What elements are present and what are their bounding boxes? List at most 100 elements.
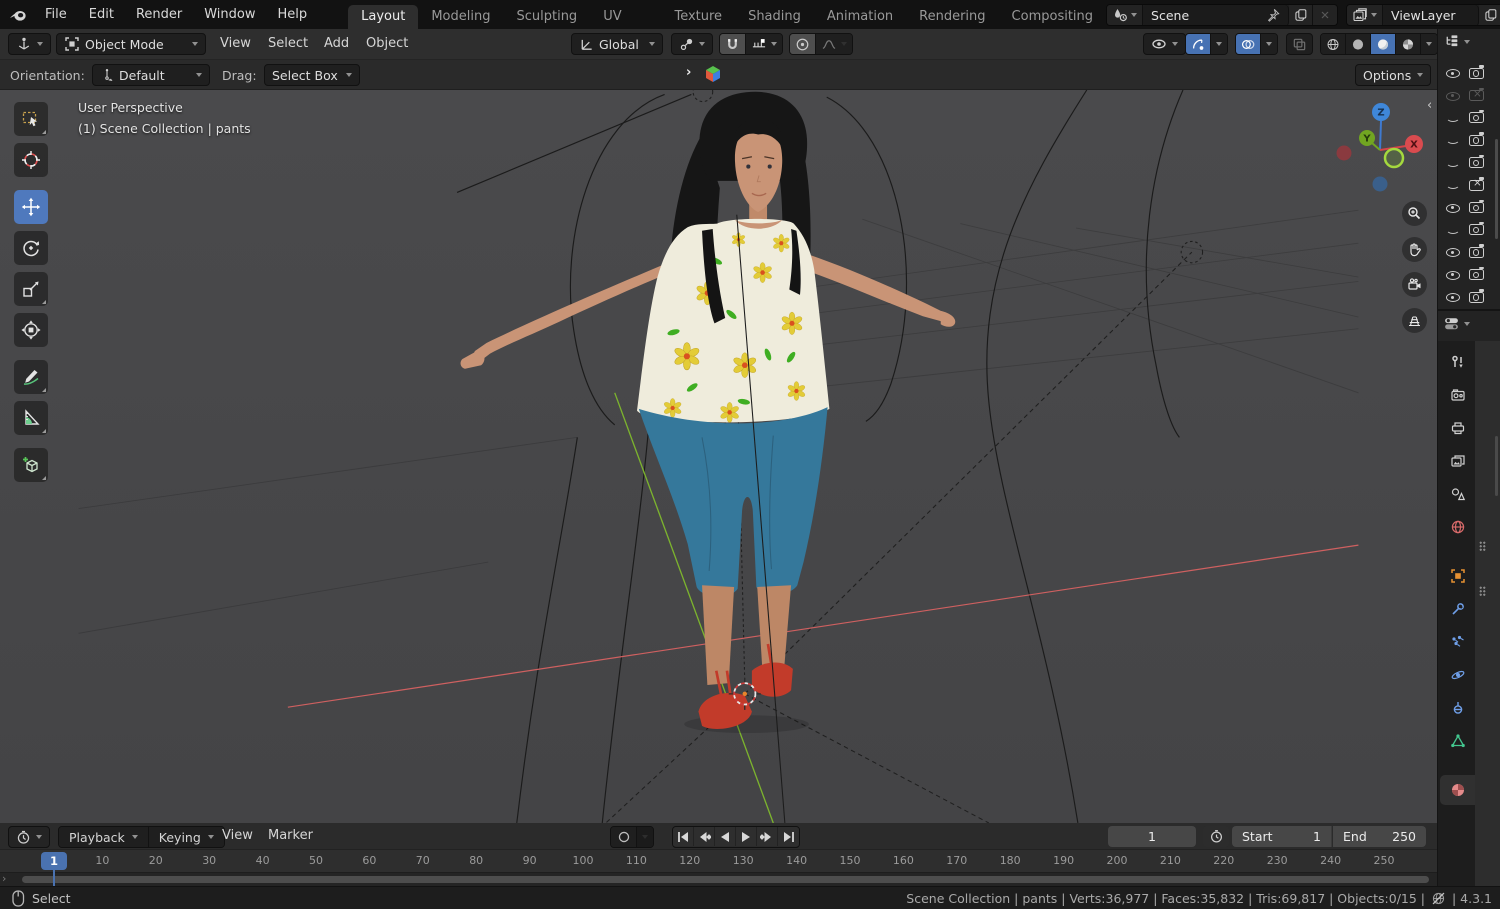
tool-transform[interactable] xyxy=(14,313,48,347)
properties-tab-output[interactable] xyxy=(1440,413,1475,443)
timeline-scrollbar[interactable]: › xyxy=(0,872,1437,886)
orientation-dropdown[interactable]: Default xyxy=(92,64,210,86)
camera-visibility-icon[interactable] xyxy=(1469,65,1484,79)
visibility-eye-icon[interactable] xyxy=(1446,178,1460,192)
menu-edit[interactable]: Edit xyxy=(78,0,125,29)
menu-file[interactable]: File xyxy=(34,0,78,29)
jump-to-end-button[interactable] xyxy=(778,827,799,846)
blender-logo-icon[interactable] xyxy=(8,6,28,24)
perspective-toggle-button[interactable] xyxy=(1402,308,1427,333)
play-reverse-button[interactable] xyxy=(715,827,736,846)
visibility-eye-icon[interactable] xyxy=(1446,89,1460,103)
tab-layout[interactable]: Layout xyxy=(348,5,419,29)
properties-tab-physics[interactable] xyxy=(1440,660,1475,690)
overlays-toggle-icon[interactable] xyxy=(1236,34,1261,54)
tool-scale[interactable] xyxy=(14,272,48,306)
tab-shading[interactable]: Shading xyxy=(735,5,814,29)
menu-object[interactable]: Object xyxy=(356,29,418,59)
tool-rotate[interactable] xyxy=(14,231,48,265)
pin-icon[interactable] xyxy=(1266,8,1280,22)
transform-orientation-dropdown[interactable]: Global xyxy=(571,33,663,55)
duplicate-scene-icon[interactable] xyxy=(1289,4,1314,25)
timeline-marker-menu[interactable]: Marker xyxy=(258,821,323,851)
properties-tab-world[interactable] xyxy=(1440,512,1475,542)
camera-visibility-icon[interactable] xyxy=(1469,266,1484,281)
properties-tab-tool[interactable] xyxy=(1440,347,1475,377)
scene-name-field[interactable]: Scene xyxy=(1143,4,1290,25)
camera-visibility-icon[interactable] xyxy=(1469,154,1484,169)
camera-visibility-icon[interactable] xyxy=(1469,199,1484,214)
outliner-header[interactable] xyxy=(1443,33,1470,50)
tab-animation[interactable]: Animation xyxy=(814,5,906,29)
camera-visibility-icon[interactable] xyxy=(1469,132,1484,146)
shading-material-preview-icon[interactable] xyxy=(1371,34,1396,54)
camera-visibility-icon[interactable] xyxy=(1469,177,1484,191)
frame-end-field[interactable]: End 250 xyxy=(1333,826,1426,847)
visibility-eye-icon[interactable] xyxy=(1446,133,1460,147)
menu-render[interactable]: Render xyxy=(125,0,193,29)
properties-tab-material[interactable] xyxy=(1440,775,1475,805)
visibility-eye-icon[interactable] xyxy=(1446,223,1460,237)
snap-magnet-icon[interactable] xyxy=(720,34,746,54)
shading-rendered-icon[interactable] xyxy=(1396,34,1421,54)
editor-type-button[interactable] xyxy=(8,33,51,55)
properties-tab-render[interactable] xyxy=(1440,380,1475,410)
options-dropdown[interactable]: Options xyxy=(1355,64,1431,86)
collection-color-cube-icon[interactable] xyxy=(702,63,724,85)
tool-annotate[interactable] xyxy=(14,360,48,394)
menu-help[interactable]: Help xyxy=(267,0,319,29)
current-frame-field[interactable]: 1 xyxy=(1108,826,1196,847)
view-layer-icon[interactable] xyxy=(1347,4,1384,25)
timeline-scrollbar-handle[interactable] xyxy=(22,876,1429,883)
properties-tab-modifiers[interactable] xyxy=(1440,594,1475,624)
camera-visibility-icon[interactable] xyxy=(1469,87,1484,102)
network-offline-icon[interactable] xyxy=(1431,891,1446,906)
visibility-eye-icon[interactable] xyxy=(1446,66,1460,80)
properties-header[interactable] xyxy=(1443,315,1470,332)
tab-compositing[interactable]: Compositing xyxy=(999,5,1107,29)
next-keyframe-button[interactable] xyxy=(757,827,778,846)
visibility-dropdown[interactable] xyxy=(1143,33,1186,55)
tab-modeling[interactable]: Modeling xyxy=(418,5,503,29)
timeline-view-menu[interactable]: View xyxy=(212,821,263,851)
tab-texture-paint[interactable]: Texture Paint xyxy=(661,5,735,48)
gizmos-dropdown[interactable] xyxy=(1211,34,1227,54)
camera-visibility-icon[interactable] xyxy=(1469,109,1484,124)
visibility-eye-icon[interactable] xyxy=(1446,156,1460,170)
remove-scene-icon[interactable] xyxy=(1313,4,1338,25)
timeline-editor-type-button[interactable] xyxy=(8,826,50,848)
axis-z-negative[interactable] xyxy=(1372,176,1388,192)
properties-scrollbar[interactable] xyxy=(1495,436,1498,496)
tab-rendering[interactable]: Rendering xyxy=(906,5,998,29)
shading-wireframe-icon[interactable] xyxy=(1321,34,1346,54)
menu-select[interactable]: Select xyxy=(258,29,318,59)
axis-x-negative[interactable] xyxy=(1336,145,1352,161)
gizmos-toggle-icon[interactable] xyxy=(1186,34,1211,54)
overlays-dropdown[interactable] xyxy=(1261,34,1277,54)
proportional-editing-icon[interactable] xyxy=(790,34,816,54)
tool-tweak-select[interactable] xyxy=(14,102,48,136)
xray-toggle-icon[interactable] xyxy=(1286,33,1313,55)
panel-drag-dots[interactable] xyxy=(1479,586,1486,596)
tab-sculpting[interactable]: Sculpting xyxy=(503,5,590,29)
menu-view[interactable]: View xyxy=(210,29,261,59)
viewport-3d[interactable]: User Perspective (1) Scene Collection | … xyxy=(0,90,1437,823)
tab-uv-editing[interactable]: UV Editing xyxy=(590,5,661,48)
sidebar-collapse-icon[interactable]: ‹ xyxy=(1427,98,1432,113)
tool-move[interactable] xyxy=(14,190,48,224)
menu-add[interactable]: Add xyxy=(314,29,359,59)
panel-drag-dots[interactable] xyxy=(1479,541,1486,551)
properties-tab-object-data[interactable] xyxy=(1440,726,1475,756)
pan-hand-button[interactable] xyxy=(1402,237,1427,262)
visibility-eye-icon[interactable] xyxy=(1446,111,1460,125)
duplicate-view-layer-icon[interactable] xyxy=(1479,4,1500,25)
use-preview-range-button[interactable] xyxy=(1203,826,1229,847)
visibility-eye-icon[interactable] xyxy=(1446,290,1460,304)
properties-tab-particles[interactable] xyxy=(1440,627,1475,657)
tool-measure[interactable] xyxy=(14,401,48,435)
camera-visibility-icon[interactable] xyxy=(1469,289,1484,303)
properties-tab-object[interactable] xyxy=(1440,561,1475,591)
previous-keyframe-button[interactable] xyxy=(694,827,715,846)
menu-window[interactable]: Window xyxy=(193,0,266,29)
properties-tab-constraints[interactable] xyxy=(1440,693,1475,723)
